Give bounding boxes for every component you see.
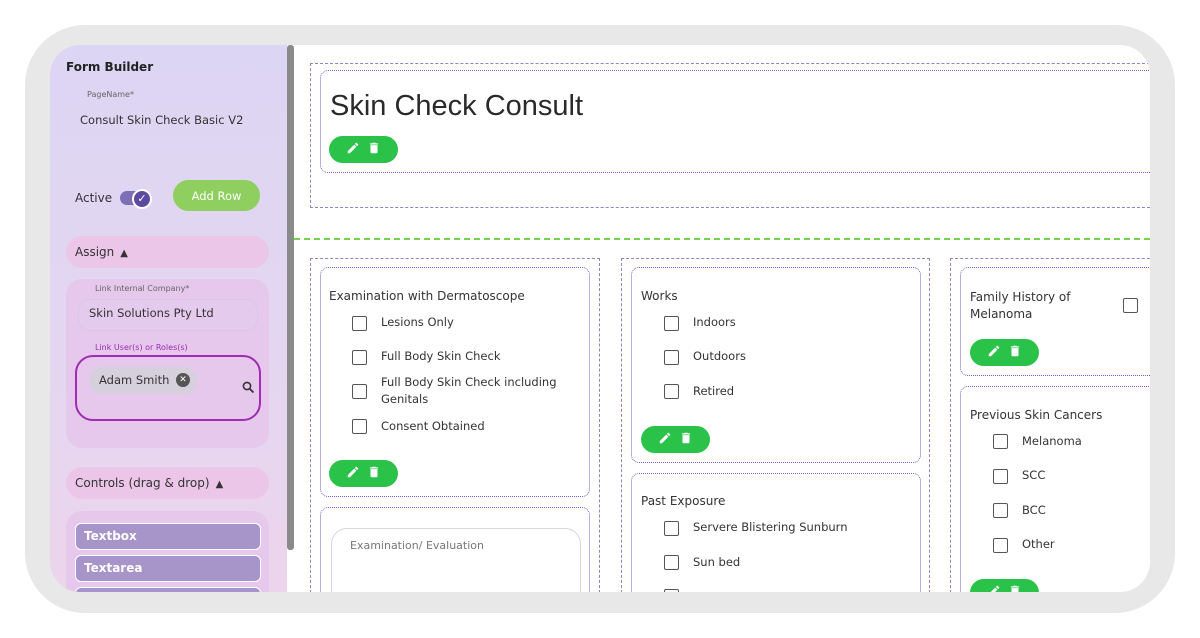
q5-checkbox-4[interactable] [993, 538, 1008, 553]
textarea-label: Examination/ Evaluation [350, 539, 484, 552]
q2-label: Works [641, 289, 678, 303]
q3-checkbox-2[interactable] [664, 555, 679, 570]
q1-option-3: Full Body Skin Check including Genitals [381, 375, 557, 406]
remove-chip-icon[interactable]: ✕ [176, 373, 190, 387]
q5-option-4: Other [1022, 537, 1055, 551]
q2-checkbox-1[interactable] [664, 316, 679, 331]
q3-checkbox-1[interactable] [664, 521, 679, 536]
q2-checkbox-2[interactable] [664, 350, 679, 365]
link-company-value: Skin Solutions Pty Ltd [89, 306, 214, 320]
edit-icon[interactable] [658, 431, 672, 445]
sidebar-scrollbar[interactable] [287, 45, 294, 550]
page-name-label: PageName* [87, 90, 134, 99]
control-textbox[interactable]: Textbox [75, 523, 261, 550]
control-textarea[interactable]: Textarea [75, 555, 261, 582]
q3-label: Past Exposure [641, 494, 726, 508]
chevron-up-icon: ▲ [215, 479, 224, 490]
q4-actions[interactable] [970, 339, 1039, 366]
app-screen: Form Builder PageName* Consult Skin Chec… [50, 45, 1150, 592]
edit-icon[interactable] [346, 141, 360, 155]
q4-label: Family History of Melanoma [970, 290, 1071, 321]
toggle-check-icon[interactable]: ✓ [132, 189, 152, 209]
delete-icon[interactable] [679, 431, 693, 445]
examination-textarea[interactable] [331, 528, 581, 592]
q1-checkbox-4[interactable] [352, 419, 367, 434]
row-divider [294, 238, 1150, 240]
q1-option-2: Full Body Skin Check [381, 349, 501, 363]
add-row-button[interactable]: Add Row [173, 180, 260, 211]
link-users-label: Link User(s) or Roles(s) [95, 343, 188, 352]
edit-icon[interactable] [346, 465, 360, 479]
form-title: Skin Check Consult [330, 90, 584, 122]
q5-option-2: SCC [1022, 468, 1046, 482]
q5-option-3: BCC [1022, 503, 1046, 517]
title-actions[interactable] [329, 136, 398, 163]
q1-checkbox-3[interactable] [352, 384, 367, 399]
q5-option-1: Melanoma [1022, 434, 1082, 448]
q4-checkbox[interactable] [1123, 298, 1138, 313]
q5-checkbox-1[interactable] [993, 434, 1008, 449]
delete-icon[interactable] [1008, 584, 1022, 592]
q1-option-1: Lesions Only [381, 315, 454, 329]
active-label: Active [75, 191, 113, 205]
q5-label: Previous Skin Cancers [970, 408, 1103, 422]
q2-option-3: Retired [693, 384, 735, 398]
q1-label: Examination with Dermatoscope [329, 289, 525, 303]
edit-icon[interactable] [987, 584, 1001, 592]
controls-section-header[interactable]: Controls (drag & drop) ▲ [66, 467, 269, 499]
delete-icon[interactable] [1008, 344, 1022, 358]
q2-option-1: Indoors [693, 315, 736, 329]
chevron-up-icon: ▲ [120, 248, 128, 259]
edit-icon[interactable] [987, 344, 1001, 358]
q2-actions[interactable] [641, 426, 710, 453]
q5-actions[interactable] [970, 579, 1039, 592]
q1-option-4: Consent Obtained [381, 419, 485, 433]
search-icon[interactable] [242, 381, 255, 397]
sidebar-title: Form Builder [66, 60, 154, 74]
q2-checkbox-3[interactable] [664, 384, 679, 399]
q3-checkbox-3[interactable] [664, 589, 679, 592]
assign-section-header[interactable]: Assign ▲ [66, 236, 269, 268]
page-name-field[interactable]: Consult Skin Check Basic V2 [80, 113, 243, 127]
delete-icon[interactable] [367, 465, 381, 479]
q2-option-2: Outdoors [693, 349, 746, 363]
q1-checkbox-2[interactable] [352, 350, 367, 365]
q1-actions[interactable] [329, 460, 398, 487]
q5-checkbox-3[interactable] [993, 503, 1008, 518]
q1-checkbox-1[interactable] [352, 316, 367, 331]
q3-option-2: Sun bed [693, 555, 741, 569]
link-company-label: Link Internal Company* [95, 284, 190, 293]
q3-option-1: Servere Blistering Sunburn [693, 520, 848, 534]
assign-label: Assign [75, 245, 115, 259]
q5-checkbox-2[interactable] [993, 469, 1008, 484]
delete-icon[interactable] [367, 141, 381, 155]
controls-label: Controls (drag & drop) [75, 476, 210, 490]
control-item-partial[interactable] [75, 587, 261, 592]
